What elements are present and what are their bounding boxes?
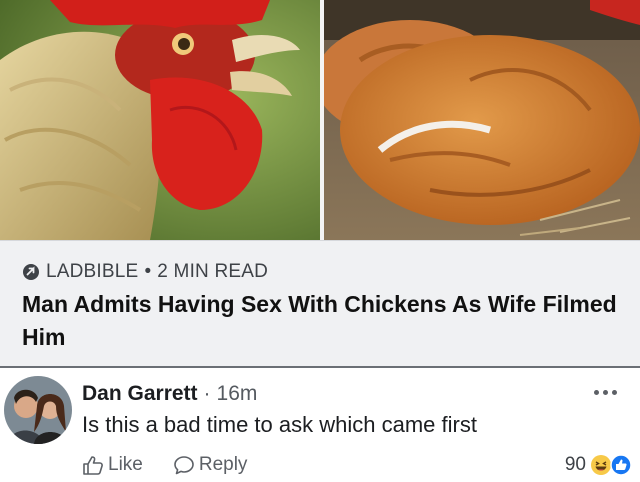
article-card[interactable]: LADBIBLE • 2 MIN READ Man Admits Having … xyxy=(0,240,640,367)
dot-separator: · xyxy=(203,382,211,405)
post-screenshot: LADBIBLE • 2 MIN READ Man Admits Having … xyxy=(0,0,640,482)
article-read-time: 2 MIN READ xyxy=(157,261,269,282)
image-divider xyxy=(320,0,324,240)
like-button[interactable]: Like xyxy=(82,454,143,476)
like-icon xyxy=(610,454,632,476)
like-label: Like xyxy=(108,454,143,475)
reply-button[interactable]: Reply xyxy=(173,454,248,476)
more-options-icon[interactable] xyxy=(594,388,618,396)
comment-actions: Like Reply xyxy=(82,454,247,476)
comment-time[interactable]: 16m xyxy=(217,382,258,406)
avatar[interactable] xyxy=(4,376,72,444)
article-source: LADBIBLE xyxy=(46,261,139,282)
article-images[interactable] xyxy=(0,0,640,240)
comment-header: Dan Garrett · 16m xyxy=(82,382,257,406)
rooster-image xyxy=(0,0,320,240)
reaction-count: 90 xyxy=(564,454,586,475)
author-name[interactable]: Dan Garrett xyxy=(82,382,198,406)
article-headline[interactable]: Man Admits Having Sex With Chickens As W… xyxy=(22,288,622,354)
reaction-summary[interactable]: 90 xyxy=(565,454,632,476)
thumbs-up-icon xyxy=(83,456,103,475)
source-separator: • xyxy=(144,261,152,282)
hens-image xyxy=(320,0,640,240)
reply-bubble-icon xyxy=(174,456,194,475)
comment-text: Is this a bad time to ask which came fir… xyxy=(82,412,477,437)
reply-label: Reply xyxy=(198,454,248,475)
comment: Dan Garrett · 16m Is this a bad time to … xyxy=(0,368,640,482)
link-source-icon xyxy=(23,264,39,280)
article-source-row: LADBIBLE • 2 MIN READ xyxy=(22,261,268,283)
haha-icon xyxy=(591,455,611,475)
